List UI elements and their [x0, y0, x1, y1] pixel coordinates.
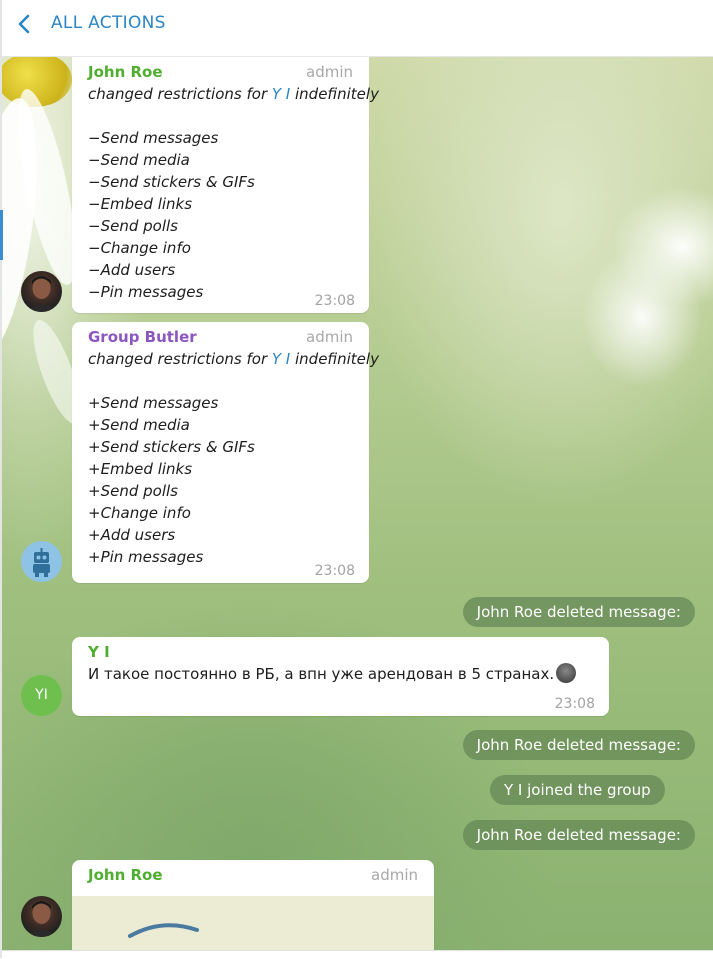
left-divider — [0, 0, 2, 958]
restriction-item: +Send stickers & GIFs — [88, 438, 255, 456]
message-time: 23:08 — [554, 696, 595, 712]
person-icon — [27, 901, 56, 937]
restriction-item: −Send polls — [88, 217, 178, 235]
message-bubble[interactable]: John Roe admin changed restrictions for … — [72, 57, 379, 313]
restriction-item: +Embed links — [88, 460, 193, 478]
avatar-y-i[interactable]: YI — [21, 675, 62, 716]
message-time: 23:08 — [314, 563, 355, 579]
left-active-indicator — [0, 210, 3, 260]
restriction-item: +Add users — [88, 526, 176, 544]
top-bar: ALL ACTIONS — [0, 0, 713, 57]
restriction-item: −Change info — [88, 239, 191, 257]
role-label: admin — [306, 63, 353, 81]
message-bubble[interactable]: Y I И такое постоянно в РБ, а впн уже ар… — [72, 637, 609, 716]
avatar-john-roe[interactable] — [21, 271, 62, 312]
restriction-item: −Embed links — [88, 195, 193, 213]
chevron-left-icon[interactable] — [14, 12, 36, 36]
sticker-image — [128, 923, 199, 938]
restriction-item: +Pin messages — [88, 548, 204, 566]
sender-name[interactable]: Y I — [88, 641, 593, 663]
restriction-item: +Send media — [88, 416, 190, 434]
restriction-item: +Send messages — [88, 394, 219, 412]
service-message[interactable]: John Roe deleted message: — [462, 597, 695, 627]
message-bubble[interactable]: John Roe admin — [72, 860, 434, 950]
avatar-group-butler[interactable] — [21, 541, 62, 582]
service-message[interactable]: John Roe deleted message: — [462, 820, 695, 850]
restriction-item: −Pin messages — [88, 283, 204, 301]
emoji-icon — [556, 663, 577, 683]
all-actions-button[interactable]: ALL ACTIONS — [51, 13, 166, 33]
restriction-item: −Send stickers & GIFs — [88, 173, 255, 191]
person-icon — [27, 276, 56, 312]
restriction-item: −Send messages — [88, 129, 219, 147]
role-label: admin — [371, 866, 418, 884]
restriction-item: +Change info — [88, 504, 191, 522]
message-bubble[interactable]: Group Butler admin changed restrictions … — [72, 322, 379, 583]
robot-icon — [33, 548, 50, 577]
role-label: admin — [306, 328, 353, 346]
user-mention[interactable]: Y I — [272, 85, 290, 103]
service-message[interactable]: Y I joined the group — [490, 775, 665, 805]
restriction-item: −Send media — [88, 151, 190, 169]
restriction-item: +Send polls — [88, 482, 178, 500]
action-text: changed restrictions for Y I indefinitel… — [88, 85, 379, 103]
restriction-item: −Add users — [88, 261, 176, 279]
message-text[interactable]: И такое постоянно в РБ, а впн уже арендо… — [88, 663, 593, 685]
avatar-john-roe[interactable] — [21, 896, 62, 937]
service-message[interactable]: John Roe deleted message: — [462, 730, 695, 760]
sender-name[interactable]: John Roe — [88, 864, 418, 886]
message-time: 23:08 — [314, 293, 355, 309]
user-mention[interactable]: Y I — [272, 350, 290, 368]
sticker-preview[interactable] — [72, 896, 434, 950]
action-text: changed restrictions for Y I indefinitel… — [88, 350, 379, 368]
chat-history[interactable]: John Roe admin changed restrictions for … — [2, 57, 713, 950]
